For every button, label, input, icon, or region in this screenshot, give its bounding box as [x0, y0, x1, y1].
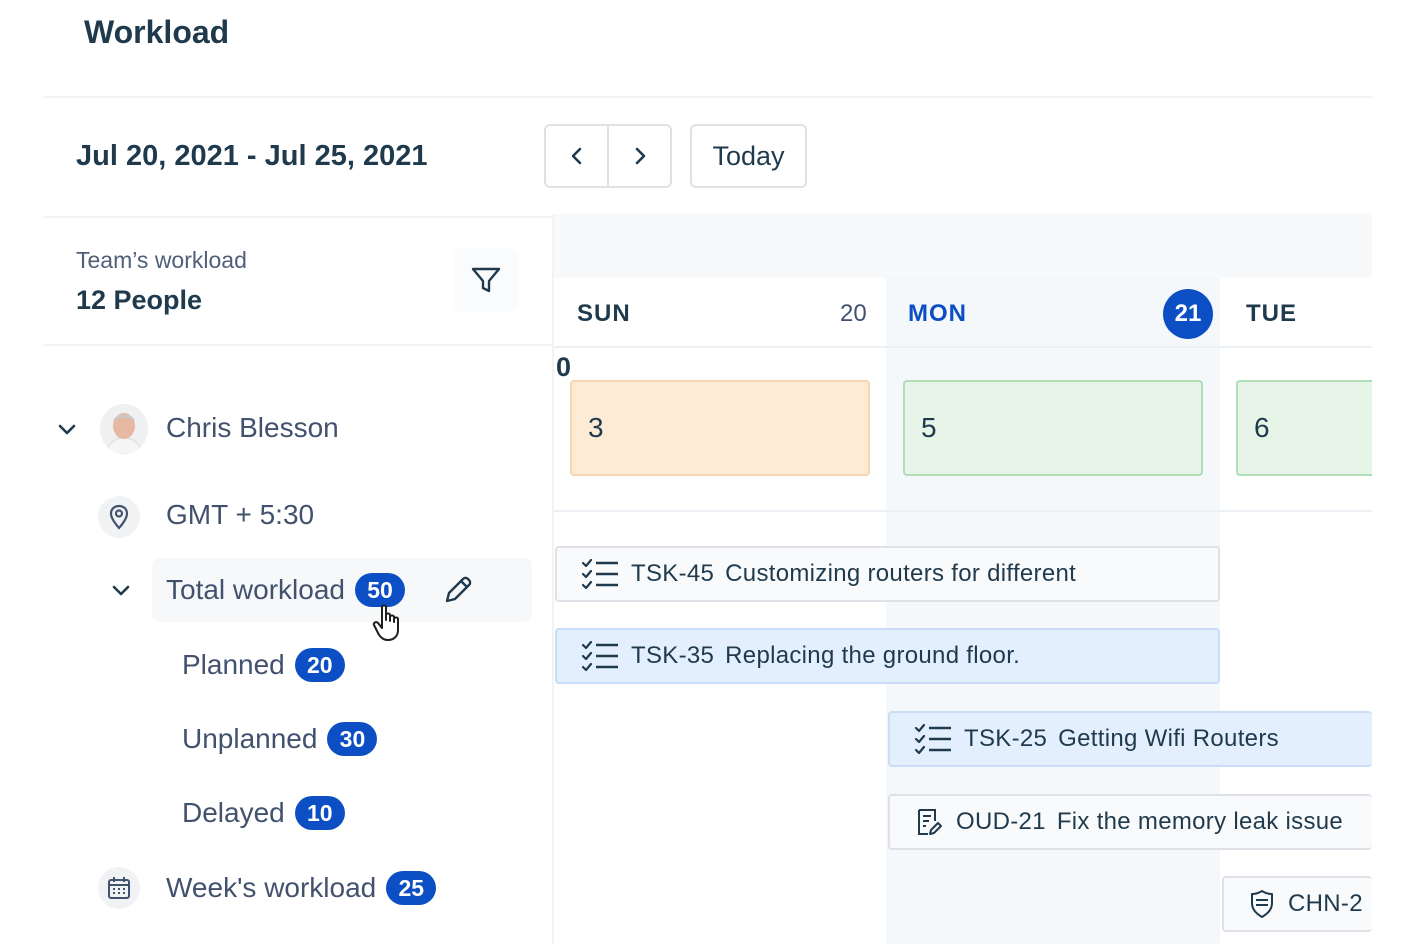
hand-cursor-icon [372, 603, 406, 648]
chevron-down-icon [112, 585, 130, 596]
unplanned-badge: 30 [327, 722, 378, 756]
total-workload-label: Total workload [166, 574, 345, 605]
task-bar[interactable]: CHN-2 [1222, 876, 1372, 932]
week-workload-label: Week's workload [166, 872, 377, 903]
pencil-icon [445, 576, 472, 603]
collapse-total-button[interactable] [106, 576, 136, 606]
capacity-cell-sun[interactable]: 3 [570, 380, 870, 476]
calendar-icon [108, 877, 130, 899]
chevron-right-icon [635, 147, 645, 165]
task-title: Replacing the ground floor. [725, 642, 1021, 669]
day-number-sun: 20 [840, 300, 867, 327]
checklist-icon [914, 723, 952, 755]
task-key: CHN-2 [1288, 890, 1363, 917]
task-bar[interactable]: TSK-35 Replacing the ground floor. [555, 628, 1220, 684]
today-date-badge: 21 [1163, 289, 1213, 339]
task-key: OUD-21 [956, 808, 1046, 835]
date-nav-group [544, 124, 672, 188]
total-workload: Total workload 50 [166, 573, 405, 607]
task-key: TSK-35 [631, 642, 715, 669]
filter-icon [471, 267, 501, 293]
checklist-icon [581, 558, 619, 590]
task-key: TSK-45 [631, 560, 715, 587]
total-workload-badge: 50 [354, 573, 405, 607]
planned-label: Planned [182, 649, 285, 680]
filter-button[interactable] [454, 248, 518, 312]
delayed-row[interactable]: Delayed 10 [182, 796, 345, 830]
day-header-divider [554, 346, 1372, 348]
panel-divider [552, 214, 554, 944]
delayed-label: Delayed [182, 797, 285, 828]
task-bar[interactable]: TSK-25 Getting Wifi Routers [888, 711, 1372, 767]
document-edit-icon [914, 807, 944, 837]
people-count: 12 People [76, 285, 203, 315]
location-icon-wrap [98, 496, 140, 538]
planned-row[interactable]: Planned 20 [182, 648, 345, 682]
task-key: TSK-25 [964, 725, 1048, 752]
capacity-baseline: 0 [556, 352, 572, 382]
planned-badge: 20 [294, 648, 345, 682]
unplanned-label: Unplanned [182, 723, 318, 754]
timezone: GMT + 5:30 [166, 499, 315, 530]
person-name[interactable]: Chris Blesson [166, 412, 339, 444]
collapse-person-button[interactable] [52, 415, 82, 445]
capacity-cell-mon[interactable]: 5 [903, 380, 1203, 476]
today-button[interactable]: Today [690, 124, 807, 188]
edit-workload-button[interactable] [442, 574, 474, 611]
calendar-icon-wrap [98, 867, 140, 909]
location-pin-icon [109, 504, 129, 530]
week-workload-badge: 25 [386, 871, 437, 905]
next-week-button[interactable] [607, 126, 670, 186]
day-name-tue: TUE [1246, 300, 1297, 327]
task-title: Fix the memory leak issue [1056, 808, 1344, 835]
checklist-icon [581, 640, 619, 672]
team-workload-label: Team’s workload [76, 247, 247, 273]
calendar-top-strip [554, 214, 1372, 278]
chevron-down-icon [58, 424, 76, 435]
previous-week-button[interactable] [546, 126, 607, 186]
week-workload: Week's workload 25 [166, 871, 437, 905]
left-divider [44, 344, 552, 346]
task-bar[interactable]: OUD-21 Fix the memory leak issue [888, 794, 1372, 850]
task-title: Customizing routers for different [725, 560, 1077, 587]
page-title: Workload [84, 14, 230, 50]
unplanned-row[interactable]: Unplanned 30 [182, 722, 378, 756]
chevron-left-icon [571, 147, 581, 165]
capacity-divider [554, 510, 1372, 512]
delayed-badge: 10 [294, 796, 345, 830]
capacity-cell-tue[interactable]: 6 [1236, 380, 1372, 476]
task-title: Getting Wifi Routers [1058, 725, 1279, 752]
shield-icon [1248, 889, 1276, 919]
task-bar[interactable]: TSK-45 Customizing routers for different [555, 546, 1220, 602]
date-range: Jul 20, 2021 - Jul 25, 2021 [76, 140, 428, 172]
day-name-mon: MON [908, 300, 967, 327]
avatar [100, 404, 148, 454]
day-name-sun: SUN [577, 300, 631, 327]
